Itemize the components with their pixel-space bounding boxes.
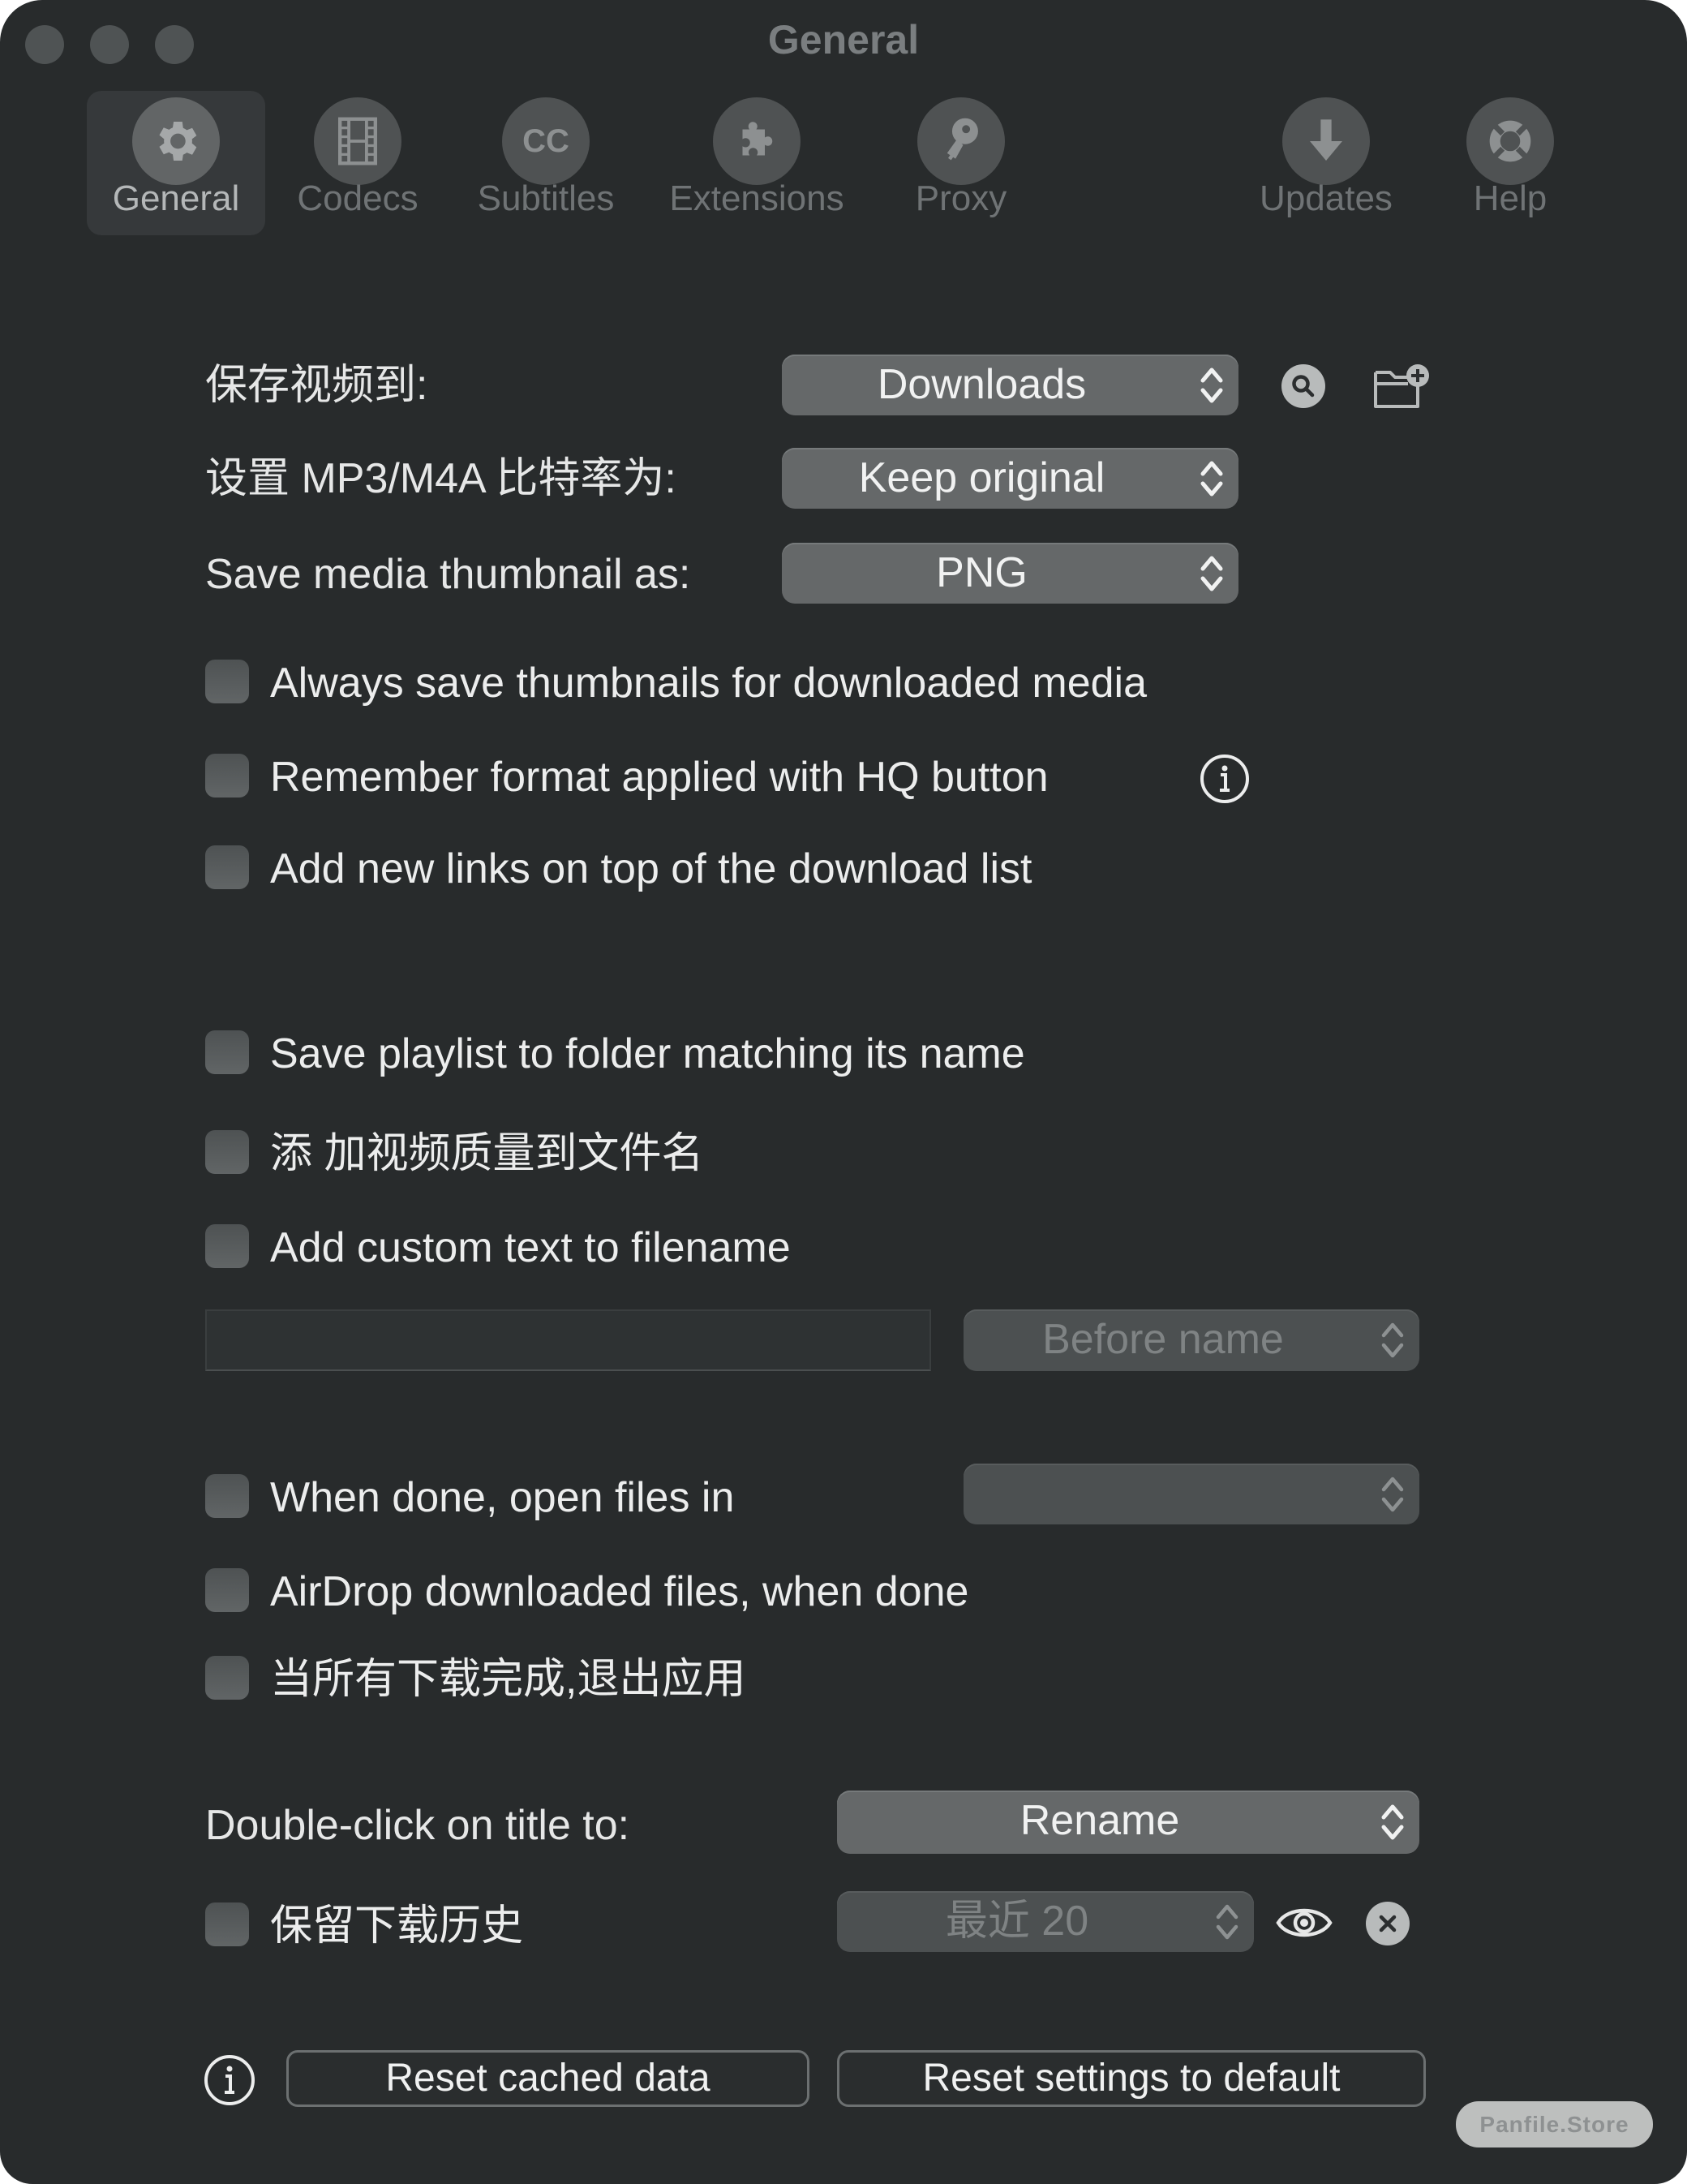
tab-help[interactable]: Help — [1421, 91, 1599, 235]
bitrate-popup[interactable]: Keep original — [782, 448, 1238, 509]
tab-proxy-label: Proxy — [915, 178, 1007, 218]
bitrate-value: Keep original — [858, 454, 1105, 501]
double-click-label: Double-click on title to: — [205, 1802, 630, 1849]
remember-hq-format-label: Remember format applied with HQ button — [270, 754, 1049, 801]
double-click-action-popup[interactable]: Rename — [837, 1791, 1419, 1854]
airdrop-when-done-checkbox[interactable] — [205, 1568, 249, 1612]
reset-cached-data-button[interactable]: Reset cached data — [286, 2050, 809, 2107]
double-click-action-value: Rename — [1019, 1797, 1180, 1844]
window-title: General — [767, 17, 920, 62]
add-quality-to-filename-checkbox[interactable] — [205, 1130, 249, 1174]
close-circle-icon — [1379, 1915, 1397, 1932]
add-links-on-top-label: Add new links on top of the download lis… — [270, 845, 1032, 892]
puzzle-icon — [713, 97, 801, 185]
cc-icon: CC — [502, 97, 590, 185]
save-to-popup[interactable]: Downloads — [782, 355, 1238, 415]
add-links-on-top-checkbox[interactable] — [205, 845, 249, 889]
chevron-updown-icon — [1200, 368, 1223, 402]
always-save-thumbnails-checkbox[interactable] — [205, 660, 249, 703]
tab-extensions[interactable]: Extensions — [668, 91, 846, 235]
tab-codecs[interactable]: Codecs — [268, 91, 447, 235]
airdrop-when-done-label: AirDrop downloaded files, when done — [270, 1568, 969, 1615]
new-folder-button[interactable] — [1372, 361, 1431, 411]
info-icon — [1200, 755, 1249, 803]
chevron-updown-icon — [1381, 1322, 1404, 1358]
lifebuoy-icon — [1466, 97, 1554, 185]
custom-text-position-popup[interactable]: Before name — [964, 1309, 1419, 1371]
view-history-button[interactable] — [1275, 1902, 1333, 1944]
tab-help-label: Help — [1473, 178, 1547, 218]
always-save-thumbnails-label: Always save thumbnails for downloaded me… — [270, 660, 1148, 707]
quit-when-done-checkbox[interactable] — [205, 1656, 249, 1700]
key-icon — [917, 97, 1005, 185]
custom-text-filename-label: Add custom text to filename — [270, 1224, 791, 1271]
chevron-updown-icon — [1381, 1477, 1404, 1511]
thumbnail-format-value: PNG — [936, 549, 1028, 596]
chevron-updown-icon — [1381, 1804, 1404, 1840]
playlist-folder-label: Save playlist to folder matching its nam… — [270, 1030, 1025, 1077]
cc-glyph: CC — [522, 123, 569, 159]
keep-history-checkbox[interactable] — [205, 1902, 249, 1946]
open-files-when-done-checkbox[interactable] — [205, 1474, 249, 1518]
add-quality-to-filename-label: 添 加视频质量到文件名 — [270, 1130, 704, 1177]
download-arrow-icon — [1282, 97, 1370, 185]
custom-text-input[interactable] — [205, 1309, 931, 1371]
save-to-label: 保存视频到: — [205, 362, 428, 409]
history-count-popup[interactable]: 最近 20 — [837, 1891, 1254, 1952]
open-files-app-popup[interactable] — [964, 1464, 1419, 1524]
reset-info-button[interactable] — [203, 2053, 256, 2107]
quit-when-done-label: 当所有下载完成,退出应用 — [270, 1656, 746, 1703]
chevron-updown-icon — [1216, 1904, 1238, 1939]
thumbnail-format-label: Save media thumbnail as: — [205, 551, 691, 598]
tab-subtitles[interactable]: CC Subtitles — [457, 91, 635, 235]
custom-text-filename-checkbox[interactable] — [205, 1224, 249, 1268]
remember-hq-format-checkbox[interactable] — [205, 754, 249, 798]
tab-proxy[interactable]: Proxy — [872, 91, 1050, 235]
clear-history-button[interactable] — [1366, 1902, 1410, 1945]
eye-icon — [1276, 1908, 1333, 1937]
reset-settings-button[interactable]: Reset settings to default — [837, 2050, 1426, 2107]
preferences-window: General General Codecs CC Subtitles Exte… — [0, 0, 1687, 2184]
film-icon — [314, 97, 401, 185]
custom-text-position-value: Before name — [1042, 1316, 1284, 1363]
info-icon — [204, 2055, 255, 2105]
thumbnail-format-popup[interactable]: PNG — [782, 543, 1238, 604]
open-files-when-done-label: When done, open files in — [270, 1474, 735, 1521]
bitrate-label: 设置 MP3/M4A 比特率为: — [205, 455, 676, 502]
search-icon — [1292, 375, 1315, 398]
reveal-in-finder-button[interactable] — [1281, 364, 1325, 408]
keep-history-label: 保留下载历史 — [270, 1902, 524, 1950]
save-to-value: Downloads — [877, 361, 1087, 408]
playlist-folder-checkbox[interactable] — [205, 1030, 249, 1074]
gear-icon — [132, 97, 220, 185]
chevron-updown-icon — [1200, 461, 1223, 496]
tab-subtitles-label: Subtitles — [477, 178, 615, 218]
watermark-badge: Panfile.Store — [1456, 2101, 1653, 2147]
hq-info-button[interactable] — [1199, 753, 1251, 805]
folder-add-icon — [1374, 364, 1429, 408]
chevron-updown-icon — [1200, 556, 1223, 591]
history-count-value: 最近 20 — [945, 1898, 1089, 1945]
